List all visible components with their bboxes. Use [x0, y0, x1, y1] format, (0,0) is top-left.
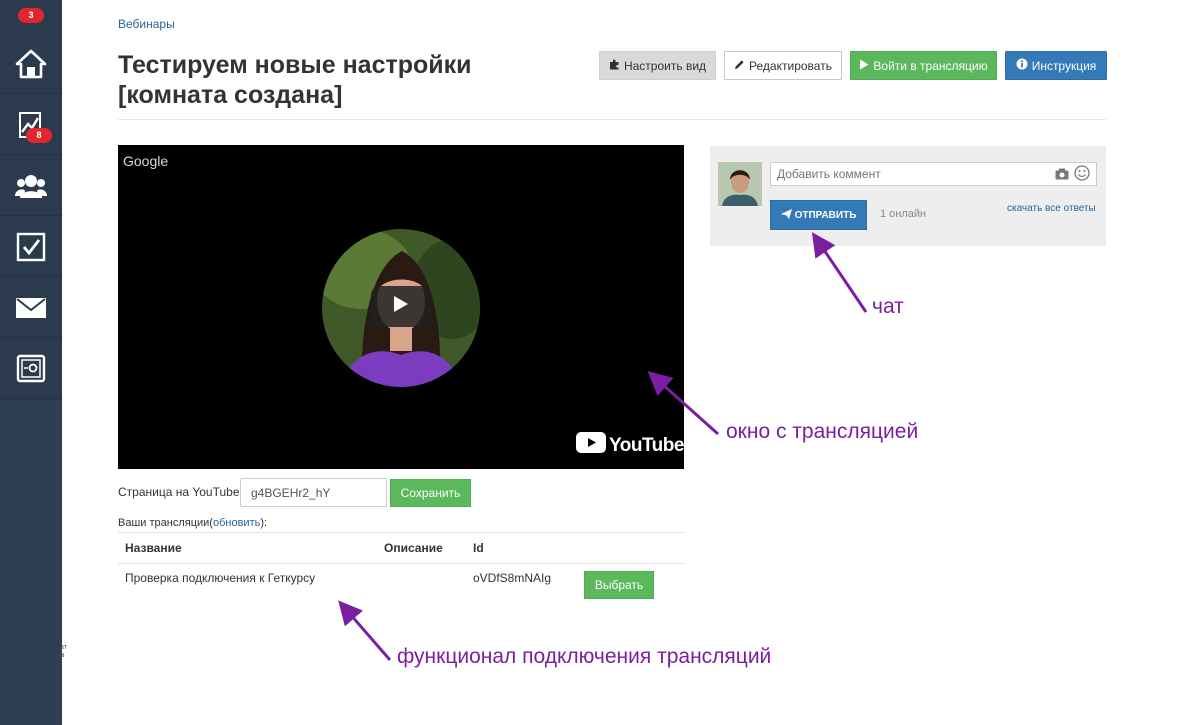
mail-icon — [16, 297, 46, 318]
annotation-stream-window: окно с трансляцией — [726, 420, 919, 443]
send-button[interactable]: ОТПРАВИТЬ — [770, 200, 867, 230]
statistics-badge: 8 — [26, 128, 52, 143]
youtube-logo[interactable]: YouTube — [576, 432, 684, 459]
paper-plane-icon — [780, 208, 792, 222]
emoji-icon[interactable] — [1074, 165, 1090, 186]
chat-panel: ОТПРАВИТЬ 1 онлайн скачать все ответы — [710, 146, 1106, 246]
youtube-page-label: Страница на YouTube: — [118, 485, 243, 499]
streams-table: Название Описание Id Проверка подключени… — [118, 532, 684, 604]
enter-stream-button[interactable]: Войти в трансляцию — [850, 51, 997, 80]
select-stream-button[interactable]: Выбрать — [584, 571, 654, 599]
customize-view-label: Настроить вид — [623, 58, 707, 73]
camera-icon[interactable] — [1055, 167, 1069, 185]
annotation-connection: функционал подключения трансляций — [397, 645, 772, 668]
refresh-streams-link[interactable]: обновить — [213, 517, 260, 529]
customize-view-button[interactable]: Настроить вид — [599, 51, 716, 80]
enter-stream-label: Войти в трансляцию — [873, 58, 988, 73]
sidebar-item-users[interactable] — [0, 156, 62, 216]
sidebar-empty-area — [0, 400, 62, 725]
stream-name-cell: Проверка подключения к Геткурсу — [125, 571, 316, 585]
download-answers-link[interactable]: скачать все ответы — [1007, 203, 1096, 214]
column-header-id: Id — [473, 541, 484, 555]
sidebar-item-safe[interactable] — [0, 339, 62, 399]
pencil-icon — [734, 59, 745, 73]
youtube-id-input[interactable] — [240, 478, 387, 507]
stream-video-player[interactable]: Google YouTube — [118, 145, 684, 469]
column-header-name: Название — [125, 541, 182, 555]
streams-caption: Ваши трансляции(обновить): — [118, 517, 267, 529]
chat-arrow — [811, 232, 868, 313]
column-header-description: Описание — [384, 541, 443, 555]
instruction-button[interactable]: Инструкция — [1005, 51, 1107, 80]
info-icon — [1016, 58, 1028, 73]
stream-id-cell: oVDfS8mNAIg — [473, 571, 552, 585]
stray-artifact: ат ⧈ — [60, 644, 67, 659]
youtube-wordmark: YouTube — [609, 434, 684, 456]
notifications-badge[interactable]: 3 — [18, 8, 44, 23]
play-triangle-icon — [393, 295, 409, 318]
users-icon — [15, 173, 47, 199]
edit-button[interactable]: Редактировать — [724, 51, 842, 80]
header-divider — [118, 119, 1106, 120]
page-title: Тестируем новые настройки [комната созда… — [118, 51, 472, 109]
puzzle-icon — [609, 59, 620, 73]
sidebar-item-home[interactable] — [0, 34, 62, 94]
google-watermark: Google — [123, 153, 169, 169]
comment-input[interactable] — [770, 162, 1097, 186]
save-button[interactable]: Сохранить — [390, 479, 471, 507]
streams-caption-text: Ваши трансляции( — [118, 517, 213, 529]
safe-icon — [16, 354, 46, 384]
annotation-chat: чат — [872, 295, 904, 318]
sidebar-item-messages[interactable] — [0, 278, 62, 338]
send-label: ОТПРАВИТЬ — [794, 209, 857, 221]
table-header: Название Описание Id — [118, 532, 684, 564]
instruction-label: Инструкция — [1031, 58, 1097, 73]
edit-label: Редактировать — [749, 58, 832, 73]
sidebar-item-statistics[interactable]: 8 — [0, 95, 62, 155]
breadcrumb-webinars[interactable]: Вебинары — [118, 17, 175, 31]
avatar — [718, 162, 762, 206]
video-play-button[interactable] — [371, 286, 431, 327]
sidebar-item-tasks[interactable] — [0, 217, 62, 277]
home-icon — [15, 49, 47, 79]
sidebar: 3 8 — [0, 0, 62, 725]
streams-caption-suffix: ): — [260, 517, 268, 529]
checkbox-icon — [16, 232, 46, 262]
online-count: 1 онлайн — [880, 208, 927, 220]
comment-tools — [1055, 165, 1090, 186]
play-icon — [859, 59, 869, 73]
connection-arrow — [338, 600, 392, 661]
youtube-play-icon — [576, 432, 606, 459]
